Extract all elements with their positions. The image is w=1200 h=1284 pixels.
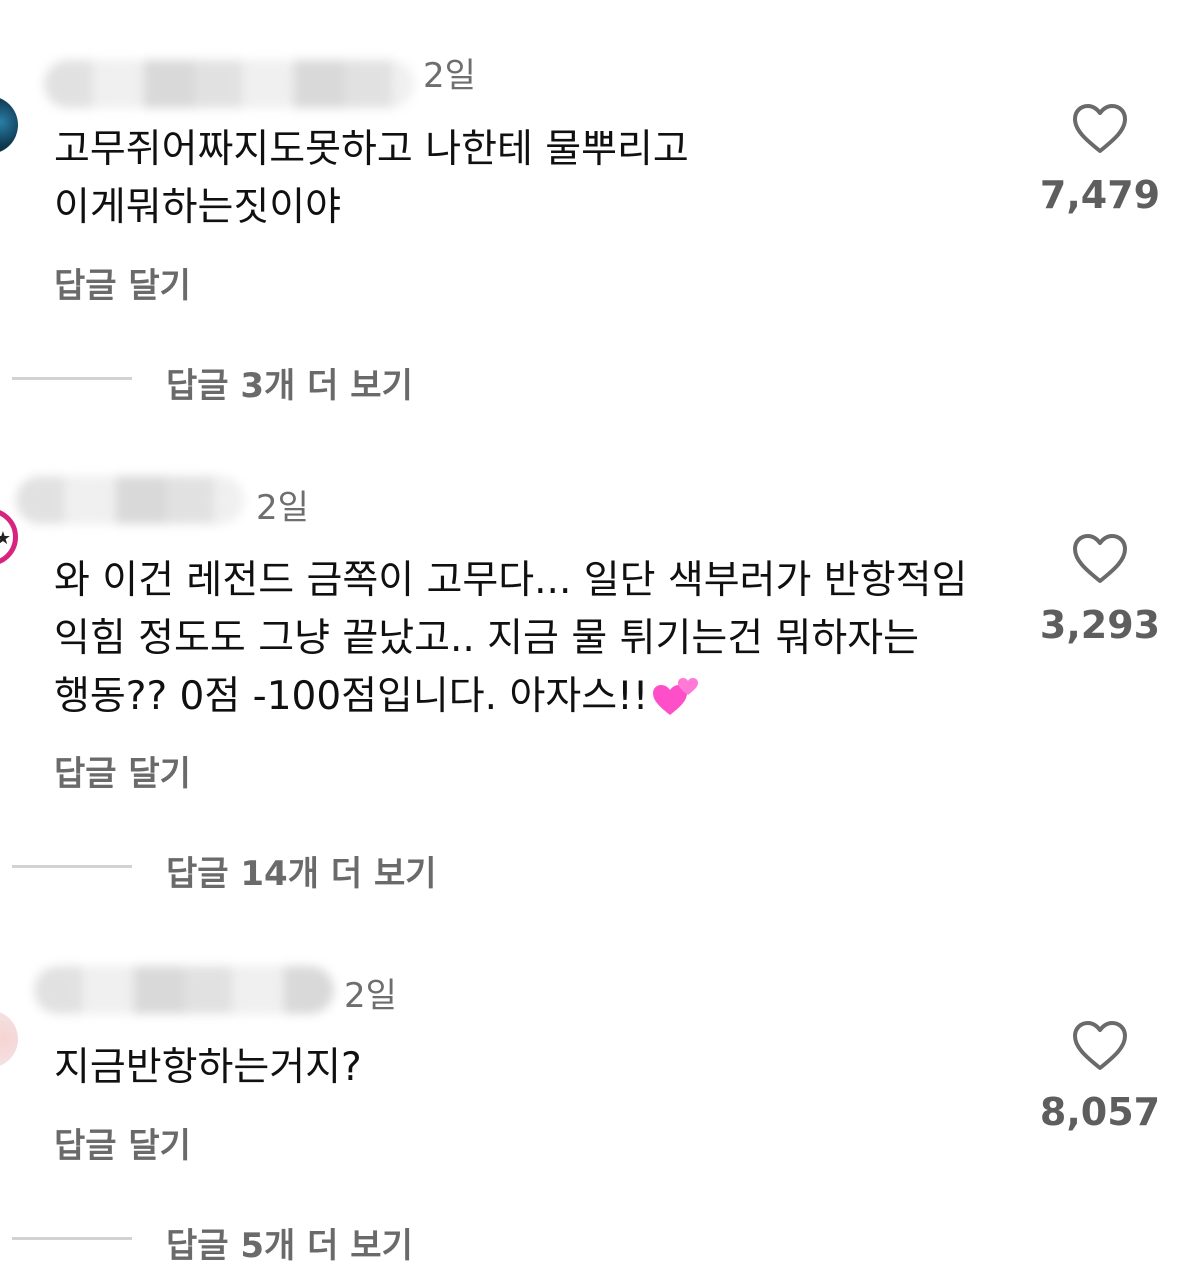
- like-control: 8,057: [1030, 1020, 1170, 1134]
- comment-item: 2일 지금반항하는거지? 답글 달기 8,057 답글 5개 더 보기: [0, 0, 1200, 1284]
- reply-button[interactable]: 답글 달기: [54, 1118, 191, 1167]
- view-replies-button[interactable]: 답글 5개 더 보기: [166, 1218, 413, 1267]
- like-count: 8,057: [1039, 1090, 1161, 1134]
- username-blurred[interactable]: [34, 966, 334, 1014]
- view-replies-row[interactable]: 답글 5개 더 보기: [0, 1218, 700, 1266]
- comment-text-line: 지금반항하는거지?: [54, 1045, 362, 1090]
- comment-time: 2일: [344, 976, 397, 1016]
- divider-line: [12, 1237, 132, 1240]
- heart-icon[interactable]: [1071, 1020, 1129, 1072]
- avatar[interactable]: [0, 1010, 18, 1068]
